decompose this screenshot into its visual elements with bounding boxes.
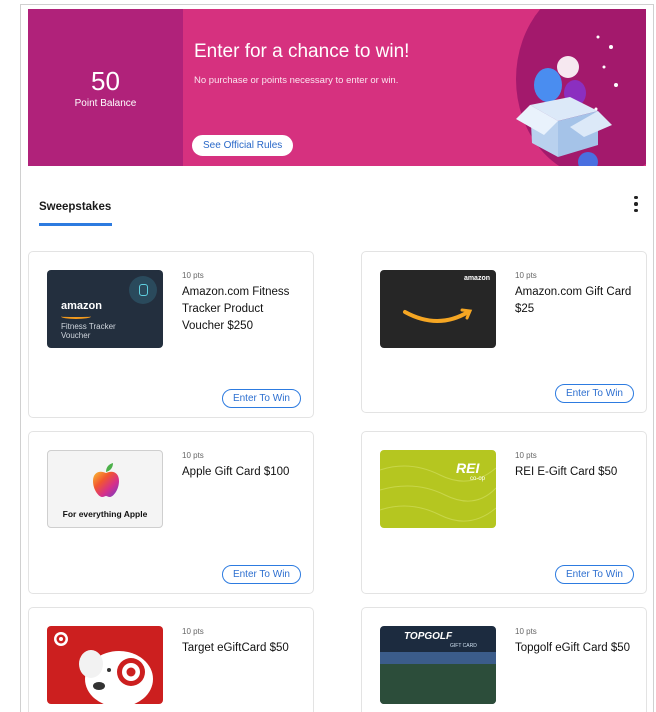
kebab-menu-icon[interactable]: [628, 193, 644, 215]
sweepstakes-card[interactable]: TOPGOLF GIFT CARD 10 pts Topgolf eGift C…: [361, 607, 647, 712]
card-points: 10 pts: [515, 271, 537, 280]
card-points: 10 pts: [515, 627, 537, 636]
apple-card-caption: For everything Apple: [62, 509, 148, 519]
voucher-brand: amazon: [61, 300, 102, 312]
sweepstakes-card[interactable]: amazon 10 pts Amazon.com Gift Card $25 E…: [361, 251, 647, 413]
sweepstakes-card[interactable]: 10 pts Target eGiftCard $50: [28, 607, 314, 712]
topgolf-sub: GIFT CARD: [450, 643, 477, 649]
official-rules-button[interactable]: See Official Rules: [192, 135, 294, 156]
sweepstakes-card[interactable]: For everything Apple 10 pts Apple Gift C…: [28, 431, 314, 594]
card-brand: amazon: [463, 275, 490, 282]
enter-to-win-button[interactable]: Enter To Win: [554, 384, 634, 403]
topgolf-lights: [380, 652, 496, 664]
card-points: 10 pts: [182, 271, 204, 280]
enter-to-win-button[interactable]: Enter To Win: [221, 565, 301, 584]
target-logo-icon: [54, 632, 68, 646]
watch-icon: [129, 276, 157, 304]
voucher-line2: Voucher: [61, 331, 91, 340]
topgolf-gift-card-image: TOPGOLF GIFT CARD: [380, 626, 496, 704]
point-balance-value: 50: [91, 65, 120, 96]
amazon-smile-icon: [403, 308, 473, 323]
target-gift-card-image: [47, 626, 163, 704]
point-balance-label: Point Balance: [74, 97, 137, 109]
sweepstakes-tab[interactable]: Sweepstakes: [39, 201, 111, 213]
gift-box-balloons-icon: [516, 35, 618, 166]
sweepstakes-card[interactable]: REI co-op 10 pts REI E-Gift Card $50 Ent…: [361, 431, 647, 594]
card-title: Apple Gift Card $100: [182, 466, 290, 478]
enter-to-win-button[interactable]: Enter To Win: [221, 389, 301, 408]
topgolf-field: [380, 664, 496, 704]
banner-title: Enter for a chance to win!: [194, 41, 410, 62]
amazon-gift-card-image: amazon: [380, 270, 496, 348]
card-points: 10 pts: [515, 451, 537, 460]
card-title: Target eGiftCard $50: [182, 642, 289, 654]
sweepstakes-page: 50 Point Balance Enter for a chance to w…: [20, 4, 654, 712]
card-points: 10 pts: [182, 451, 204, 460]
sweepstakes-card[interactable]: amazon Fitness Tracker Voucher 10 pts Am…: [28, 251, 314, 418]
card-title: Topgolf eGift Card $50: [515, 642, 631, 654]
topgolf-logo: TOPGOLF: [404, 631, 453, 642]
card-title: REI E-Gift Card $50: [515, 466, 618, 478]
amazon-smile: [61, 314, 91, 319]
bullseye-dog-icon: [79, 650, 153, 704]
rei-gift-card-image: REI co-op: [380, 450, 496, 528]
tab-indicator: [39, 223, 112, 226]
rei-logo: REI: [456, 460, 480, 476]
amazon-fitness-voucher-image: amazon Fitness Tracker Voucher: [47, 270, 163, 348]
voucher-line1: Fitness Tracker: [61, 322, 116, 331]
enter-to-win-button[interactable]: Enter To Win: [554, 565, 634, 584]
point-balance-panel: 50 Point Balance: [28, 9, 183, 166]
rei-coop: co-op: [470, 476, 486, 482]
promo-banner: 50 Point Balance Enter for a chance to w…: [28, 9, 646, 166]
card-points: 10 pts: [182, 627, 204, 636]
card-title: Amazon.com Gift Card $25: [515, 286, 632, 315]
banner-subtitle: No purchase or points necessary to enter…: [194, 75, 399, 86]
apple-gift-card-image: For everything Apple: [47, 450, 163, 528]
apple-logo-icon: [93, 463, 119, 497]
card-title: Amazon.com Fitness Tracker Product Vouch…: [182, 286, 290, 332]
